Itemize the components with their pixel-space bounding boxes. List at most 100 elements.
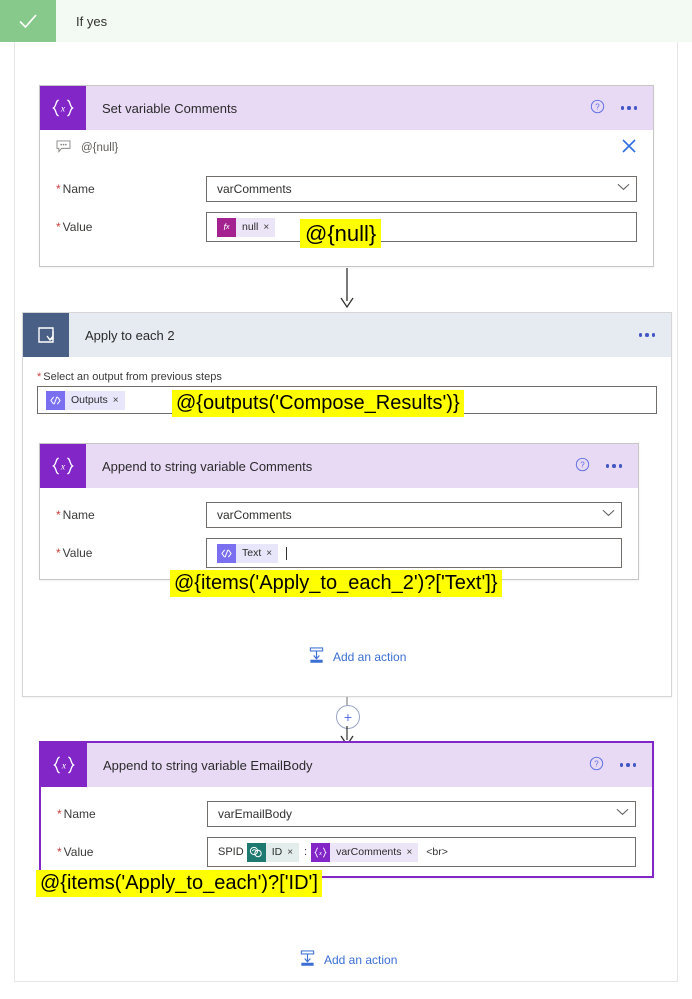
card-header-actions: ? — [575, 457, 622, 475]
required-asterisk: * — [57, 806, 62, 821]
add-action-icon — [299, 950, 316, 970]
card-header[interactable]: x Append to string variable EmailBody ? — [41, 743, 652, 787]
ellipsis-icon[interactable] — [638, 333, 655, 337]
required-asterisk: * — [56, 507, 61, 522]
token-label: varComments — [336, 846, 402, 858]
card-append-comments[interactable]: x Append to string variable Comments ? *… — [39, 443, 639, 580]
help-circle-icon[interactable]: ? — [589, 756, 604, 774]
text-caret — [286, 546, 288, 560]
chevron-down-icon — [616, 808, 629, 819]
value-token-input[interactable]: fx null × — [206, 212, 637, 242]
comment-bubble-icon — [56, 140, 71, 156]
value-suffix-text: <br> — [426, 846, 448, 858]
required-asterisk: * — [56, 181, 61, 196]
add-action-label: Add an action — [333, 650, 407, 664]
field-label-value: * Value — [57, 845, 94, 859]
ellipsis-icon[interactable] — [619, 763, 636, 767]
required-asterisk: * — [57, 845, 62, 859]
variable-braces-icon: x — [40, 86, 86, 130]
svg-text:x: x — [61, 761, 67, 771]
card-header-actions: ? — [590, 99, 637, 117]
loop-field-label: * Select an output from previous steps — [37, 371, 222, 383]
card-header[interactable]: x Set variable Comments ? — [40, 86, 653, 130]
expression-icon — [217, 543, 236, 563]
card-header-actions: ? — [589, 756, 636, 774]
annotation-items-text: @{items('Apply_to_each_2')?['Text']} — [170, 570, 502, 597]
ellipsis-icon[interactable] — [620, 106, 637, 110]
field-label-name: * Name — [57, 806, 96, 821]
value-token-input[interactable]: Text × — [206, 538, 622, 568]
card-header[interactable]: x Append to string variable Comments ? — [40, 444, 638, 488]
field-label-value: * Value — [56, 546, 93, 560]
field-row-name: * Name varEmailBody — [41, 795, 652, 832]
add-action-label: Add an action — [324, 953, 398, 967]
name-value: varEmailBody — [218, 806, 293, 821]
help-circle-icon[interactable]: ? — [590, 99, 605, 117]
ellipsis-icon[interactable] — [605, 464, 622, 468]
variable-braces-icon: x — [41, 743, 87, 787]
add-action-bottom[interactable]: Add an action — [299, 950, 397, 970]
card-title: Append to string variable Comments — [102, 458, 313, 474]
card-header-actions — [638, 333, 655, 337]
field-label-name: * Name — [56, 507, 95, 522]
required-asterisk: * — [56, 546, 61, 560]
svg-text:?: ? — [595, 103, 600, 112]
card-title: Append to string variable EmailBody — [103, 757, 313, 773]
annotation-items-id: @{items('Apply_to_each')?['ID'] — [36, 870, 322, 897]
token-remove-icon[interactable]: × — [287, 847, 299, 858]
branch-label: If yes — [76, 13, 108, 29]
name-dropdown[interactable]: varComments — [206, 501, 622, 528]
checkmark-icon — [0, 0, 56, 42]
field-row-name: * Name varComments — [40, 496, 638, 533]
chevron-down-icon — [602, 509, 615, 520]
field-row-value: * Value Text × — [40, 533, 638, 573]
token-chip-null[interactable]: fx null × — [217, 217, 276, 237]
token-label: null — [242, 221, 259, 233]
token-chip-varcomments[interactable]: x varComments × — [311, 842, 419, 862]
name-value: varComments — [217, 181, 292, 196]
fx-icon: fx — [217, 217, 236, 237]
card-header[interactable]: Apply to each 2 — [23, 313, 671, 357]
field-label-name: * Name — [56, 181, 95, 196]
annotation-outputs: @{outputs('Compose_Results')} — [172, 390, 464, 417]
card-append-emailbody[interactable]: x Append to string variable EmailBody ? … — [39, 741, 654, 878]
connector-arrow-1 — [340, 268, 354, 309]
name-dropdown[interactable]: varComments — [206, 175, 637, 202]
add-action-inside-loop[interactable]: Add an action — [308, 647, 406, 667]
token-chip-id[interactable]: ID × — [246, 842, 300, 862]
token-chip-text[interactable]: Text × — [217, 543, 279, 563]
field-label-value: * Value — [56, 220, 93, 234]
token-label: Outputs — [71, 394, 108, 406]
card-apply-to-each-2[interactable]: Apply to each 2 * Select an output from p… — [22, 312, 672, 697]
card-title: Apply to each 2 — [85, 327, 175, 343]
help-circle-icon[interactable]: ? — [575, 457, 590, 475]
required-asterisk: * — [37, 371, 42, 383]
loop-icon — [23, 313, 69, 357]
card-title: Set variable Comments — [102, 100, 238, 116]
value-token-input[interactable]: SPID ID × : x varComments × <br> — [207, 837, 636, 867]
close-icon[interactable] — [619, 136, 639, 160]
svg-text:x: x — [60, 104, 66, 114]
svg-text:x: x — [318, 850, 322, 857]
svg-text:x: x — [60, 462, 66, 472]
svg-text:?: ? — [594, 760, 599, 769]
sharepoint-icon — [246, 842, 266, 862]
variable-braces-icon: x — [40, 444, 86, 488]
expression-icon — [46, 390, 65, 410]
token-chip-outputs[interactable]: Outputs × — [46, 390, 125, 410]
add-action-icon — [308, 647, 325, 667]
value-prefix-text: SPID — [218, 846, 244, 858]
field-row-name: * Name varComments — [40, 170, 653, 207]
token-remove-icon[interactable]: × — [113, 395, 125, 406]
token-label: Text — [242, 547, 262, 559]
comment-row: @{null} — [40, 130, 653, 166]
token-remove-icon[interactable]: × — [266, 548, 278, 559]
svg-text:?: ? — [580, 461, 585, 470]
name-dropdown[interactable]: varEmailBody — [207, 800, 636, 827]
annotation-null: @{null} — [300, 219, 382, 249]
comment-text: @{null} — [81, 142, 119, 154]
token-label: ID — [271, 846, 283, 858]
token-remove-icon[interactable]: × — [406, 847, 418, 858]
field-row-value: * Value SPID ID × : x varComments × <br> — [41, 832, 652, 872]
token-remove-icon[interactable]: × — [263, 222, 275, 233]
